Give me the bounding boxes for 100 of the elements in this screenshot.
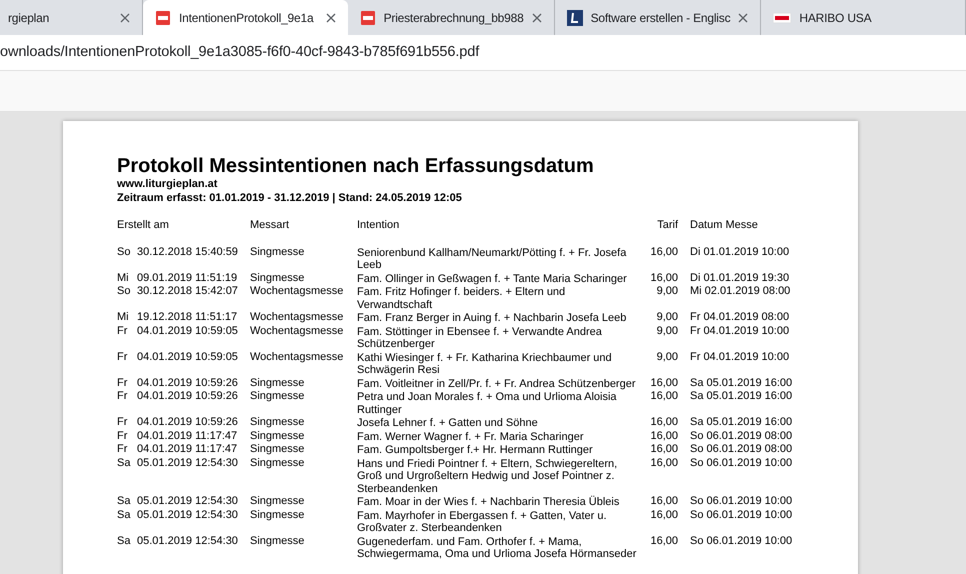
weekday-cell-text: Mi — [117, 311, 130, 324]
mass-type-cell-text: Wochentagsmesse — [250, 350, 344, 363]
created-cell-text: 09.01.2019 11:51:19 — [137, 272, 238, 284]
mass-date-cell-text: Sa 05.01.2019 16:00 — [689, 416, 792, 428]
intention-cell: Gugenederfam. und Fam. Orthofer f. + Mama, Schwiegermama, Oma und Urlioma Josefa Hörmanseder — [357, 534, 637, 560]
column-header: Messart — [250, 219, 290, 232]
dictionary-logo-icon — [566, 10, 583, 26]
weekday-cell-text: Sa — [117, 456, 132, 469]
mass-date-cell-text: Sa 05.01.2019 16:00 — [689, 390, 792, 402]
column-header: Datum Messe — [689, 219, 758, 232]
close-icon[interactable] — [120, 12, 130, 22]
weekday-cell-text: Fr — [117, 350, 128, 363]
weekday-cell-text: Sa — [117, 534, 132, 547]
mass-type-cell-text: Singmesse — [250, 443, 306, 456]
weekday-cell-text: Fr — [117, 443, 128, 456]
weekday-cell-text: Fr — [117, 390, 128, 402]
mass-type-cell-text: Singmesse — [250, 534, 306, 547]
mass-type-cell-text: Singmesse — [250, 416, 306, 428]
close-icon[interactable] — [326, 12, 336, 22]
close-icon[interactable] — [532, 12, 542, 22]
tab-title: Software erstellen - Englisc — [590, 10, 730, 26]
intention-cell-text: Fam. Ollinger in Geßwagen f. + Tante Maria Scharinger — [357, 272, 628, 285]
created-cell-text: 04.01.2019 11:17:47 — [137, 443, 238, 456]
created-cell-text: 04.01.2019 10:59:05 — [137, 324, 239, 337]
created-cell-text: 04.01.2019 10:59:05 — [137, 350, 239, 363]
weekday-cell-text: Fr — [117, 376, 128, 389]
brand-logo-icon — [773, 12, 792, 22]
mass-date-cell-text: So 06.01.2019 10:00 — [689, 508, 792, 521]
tab-title: Priesterabrechnung_bb988 — [384, 10, 524, 26]
period-text: Zeitraum erfasst: 01.01.2019 - 31.12.2019 | Stand: 24.05.2019 12:05 — [117, 191, 463, 205]
address-bar[interactable]: ownloads/IntentionenProtokoll_9e1a3085-f6f0-40cf-9843-b785f691b556.pdf — [0, 35, 966, 70]
created-cell-text: 05.01.2019 12:54:30 — [137, 456, 239, 469]
mass-date-cell-text: So 06.01.2019 10:00 — [689, 534, 792, 547]
intention-cell-text: Fam. Stöttinger in Ebensee f. + Verwandte Andrea Schützenberger — [357, 324, 603, 350]
created-cell-text: 05.01.2019 12:54:30 — [137, 495, 239, 508]
weekday-cell-text: Sa — [117, 508, 132, 521]
intention-cell-text: Hans und Friedi Pointner f. + Eltern, Schwiegereltern, Groß und Urgroßeltern Hedwig und Josef Pointner z. Sterbeandenken — [357, 456, 618, 495]
tarif-cell-text: 16,00 — [649, 456, 679, 469]
mass-date-cell-text: So 06.01.2019 10:00 — [689, 456, 792, 469]
created-cell-text: 30.12.2018 15:40:59 — [137, 246, 239, 258]
mass-date-cell-text: Fr 04.01.2019 08:00 — [689, 311, 790, 324]
website-text: www.liturgieplan.at — [117, 178, 218, 191]
tarif-cell-text: 16,00 — [649, 272, 679, 284]
mass-date-cell-text: Mi 02.01.2019 08:00 — [689, 285, 790, 298]
tarif-cell-text: 16,00 — [649, 508, 679, 521]
tarif-cell-text: 16,00 — [649, 416, 679, 428]
tarif-cell-text: 16,00 — [649, 534, 679, 547]
tarif-cell-text: 16,00 — [649, 246, 679, 258]
intention-cell-text: Fam. Fritz Hofinger f. beiders. + Eltern und Verwandtschaft — [357, 285, 566, 311]
created-cell-text: 30.12.2018 15:42:07 — [137, 285, 239, 298]
weekday-cell-text: So — [117, 285, 132, 298]
mass-type-cell-text: Wochentagsmesse — [250, 311, 344, 324]
created-cell-text: 04.01.2019 10:59:26 — [137, 416, 239, 428]
mass-type-cell-text: Singmesse — [250, 508, 306, 521]
created-cell-text: 05.01.2019 12:54:30 — [137, 508, 239, 521]
tab-title: IntentionenProtokoll_9e1a — [179, 10, 315, 26]
tarif-cell-text: 9,00 — [656, 324, 679, 337]
tarif-cell-text: 16,00 — [649, 376, 679, 389]
column-header: Intention — [357, 219, 400, 232]
tab-title: HARIBO USA — [799, 10, 872, 26]
created-cell-text: 04.01.2019 10:59:26 — [137, 376, 239, 389]
weekday-cell-text: Fr — [117, 324, 128, 337]
mass-type-cell-text: Wochentagsmesse — [250, 324, 344, 337]
tarif-cell-text: 9,00 — [656, 311, 679, 324]
column-header: Erstellt am — [117, 219, 170, 232]
tarif-cell-text: 16,00 — [649, 495, 679, 508]
created-cell-text: 04.01.2019 11:17:47 — [137, 430, 238, 442]
mass-date-cell-text: Di 01.01.2019 10:00 — [689, 246, 790, 258]
intention-cell-text: Kathi Wiesinger f. + Fr. Katharina Kriechbaumer und Schwägerin Resi — [357, 350, 613, 376]
tarif-cell-text: 16,00 — [649, 390, 679, 402]
mass-date-cell-text: So 06.01.2019 08:00 — [689, 443, 792, 456]
intention-cell-text: Josefa Lehner f. + Gatten und Söhne — [357, 416, 539, 430]
mass-date-cell-text: So 06.01.2019 10:00 — [689, 495, 792, 508]
mass-type-cell-text: Singmesse — [250, 495, 306, 508]
intention-cell-text: Petra und Joan Morales f. + Oma und Urlioma Aloisia Ruttinger — [357, 390, 618, 416]
close-icon[interactable] — [738, 12, 748, 22]
weekday-cell-text: Sa — [117, 495, 132, 508]
intention-cell-text: Fam. Werner Wagner f. + Fr. Maria Scharinger — [357, 430, 584, 443]
tarif-cell-text: 9,00 — [656, 285, 679, 298]
created-cell-text: 05.01.2019 12:54:30 — [137, 534, 239, 547]
intention-cell-text: Seniorenbund Kallham/Neumarkt/Pötting f. + Fr. Josefa Leeb — [357, 246, 628, 272]
mass-type-cell-text: Singmesse — [250, 456, 306, 469]
intention-cell-text: Fam. Moar in der Wies f. + Nachbarin Theresia Übleis — [357, 495, 620, 508]
weekday-cell-text: Fr — [117, 416, 128, 428]
created-cell-text: 04.01.2019 10:59:26 — [137, 390, 239, 402]
pdf-file-icon — [155, 10, 171, 26]
tarif-cell-text: 16,00 — [649, 443, 679, 456]
column-header: Tarif — [656, 219, 679, 232]
intention-cell-text: Fam. Franz Berger in Auing f. + Nachbarin Josefa Leeb — [357, 311, 628, 324]
tarif-cell-text: 16,00 — [649, 430, 679, 442]
tab-title: rgieplan — [8, 10, 50, 26]
weekday-cell-text: So — [117, 246, 132, 258]
intention-cell-text: Fam. Voitleitner in Zell/Pr. f. + Fr. Andrea Schützenberger — [357, 376, 636, 390]
mass-date-cell-text: So 06.01.2019 08:00 — [689, 430, 792, 442]
mass-type-cell-text: Singmesse — [250, 390, 306, 402]
intention-cell-text: Fam. Gumpoltsberger f.+ Hr. Hermann Ruttinger — [357, 443, 594, 456]
mass-type-cell-text: Singmesse — [250, 272, 306, 284]
weekday-cell-text: Fr — [117, 430, 128, 442]
created-cell-text: 19.12.2018 11:51:17 — [137, 311, 238, 324]
browser-tab[interactable]: IntentionenProtokoll_9e1a — [143, 0, 348, 35]
